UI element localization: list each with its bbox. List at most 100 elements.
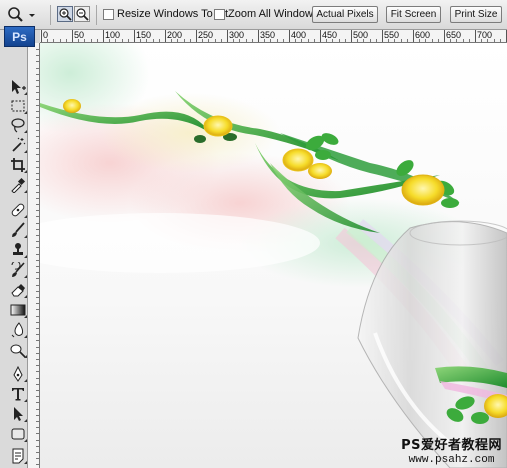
blur-tool[interactable] [7, 320, 29, 340]
ruler-minor-tick [388, 39, 390, 42]
ruler-minor-tick [394, 39, 396, 42]
ruler-minor-tick [36, 439, 39, 441]
history-brush-tool[interactable] [7, 260, 29, 280]
ruler-minor-tick [189, 39, 191, 42]
ruler-minor-tick [36, 421, 39, 422]
ruler-minor-tick [36, 154, 39, 156]
ruler-minor-tick [36, 235, 39, 236]
ruler-minor-tick [36, 204, 39, 205]
ruler-minor-tick [36, 328, 39, 329]
ruler-minor-tick [36, 303, 39, 305]
move-tool[interactable] [7, 77, 29, 97]
ruler-minor-tick [36, 377, 39, 379]
ruler-minor-tick [36, 383, 39, 385]
ruler-minor-tick [36, 222, 39, 224]
ruler-label: 300 [229, 30, 245, 40]
ruler-minor-tick [400, 39, 402, 42]
ruler-major-tick [165, 30, 166, 42]
photoshop-logo: Ps [4, 26, 35, 47]
zoom-all-windows-label: Zoom All Windows [228, 8, 319, 20]
tool-preset-picker[interactable] [6, 5, 44, 25]
ruler-minor-tick [36, 191, 39, 193]
ruler-minor-tick [36, 129, 39, 131]
ruler-minor-tick [332, 39, 334, 42]
brush-tool[interactable] [7, 220, 29, 240]
fit-screen-button[interactable]: Fit Screen [386, 6, 441, 23]
ruler-minor-tick [90, 39, 92, 42]
eyedropper-tool[interactable] [7, 175, 29, 195]
ruler-minor-tick [251, 39, 253, 42]
resize-windows-to-fit-checkbox[interactable] [103, 8, 114, 20]
zoom-all-windows-checkbox[interactable] [214, 8, 225, 20]
separator [96, 5, 97, 25]
options-bar: Resize Windows To Fit Zoom All Windows A… [0, 0, 507, 30]
ruler-minor-tick [36, 142, 39, 143]
ruler-minor-tick [357, 39, 359, 42]
ruler-minor-tick [313, 39, 315, 42]
zoom-out-button[interactable] [74, 6, 90, 22]
ruler-minor-tick [462, 39, 464, 42]
eraser-tool[interactable] [7, 280, 29, 300]
actual-pixels-button[interactable]: Actual Pixels [312, 6, 378, 23]
ruler-minor-tick [36, 408, 39, 410]
ruler-label: 550 [384, 30, 400, 40]
ruler-major-tick [382, 30, 383, 42]
ruler-minor-tick [36, 464, 39, 466]
ruler-major-tick [351, 30, 352, 42]
rectangle-shape-tool[interactable] [7, 424, 29, 444]
ruler-minor-tick [36, 98, 39, 100]
ruler-label: 600 [415, 30, 431, 40]
ruler-minor-tick [115, 39, 117, 42]
ruler-minor-tick [47, 39, 49, 42]
dodge-tool[interactable] [7, 340, 29, 360]
ruler-minor-tick [36, 414, 39, 416]
ruler-minor-tick [140, 39, 142, 42]
spot-healing-brush-tool[interactable] [7, 200, 29, 220]
ruler-minor-tick [36, 334, 39, 336]
watermark-title: PS爱好者教程网 [401, 438, 502, 453]
ruler-minor-tick [307, 39, 309, 42]
ruler-minor-tick [233, 39, 235, 42]
ruler-minor-tick [152, 39, 154, 42]
ruler-minor-tick [84, 39, 86, 42]
crop-tool[interactable] [7, 155, 29, 175]
ruler-minor-tick [127, 39, 129, 42]
separator [50, 5, 51, 25]
ruler-minor-tick [36, 315, 39, 317]
ruler-minor-tick [36, 309, 39, 311]
print-size-button[interactable]: Print Size [450, 6, 502, 23]
ruler-minor-tick [59, 39, 61, 42]
ruler-minor-tick [36, 241, 39, 243]
ruler-minor-tick [36, 197, 39, 199]
ruler-minor-tick [270, 39, 272, 42]
ruler-minor-tick [437, 39, 439, 42]
document-canvas[interactable]: PS爱好者教程网 www.psahz.com [40, 43, 507, 468]
ruler-major-tick [134, 30, 135, 42]
ruler-minor-tick [481, 39, 483, 42]
type-tool[interactable] [7, 384, 29, 404]
ruler-minor-tick [36, 266, 39, 267]
zoom-in-button[interactable] [57, 6, 73, 22]
ruler-label: 250 [198, 30, 214, 40]
ruler-major-tick [41, 30, 42, 42]
resize-windows-to-fit-option[interactable]: Resize Windows To Fit [103, 8, 228, 20]
ruler-minor-tick [36, 173, 39, 174]
ruler-minor-tick [36, 390, 39, 391]
lasso-tool[interactable] [7, 115, 29, 135]
ruler-minor-tick [36, 117, 39, 119]
notes-tool[interactable] [7, 446, 29, 466]
ruler-minor-tick [36, 179, 39, 181]
ruler-major-tick [196, 30, 197, 42]
pen-tool[interactable] [7, 364, 29, 384]
rectangular-marquee-tool[interactable] [7, 96, 29, 116]
ruler-minor-tick [202, 39, 204, 42]
ruler-minor-tick [499, 39, 501, 42]
ruler-minor-tick [36, 365, 39, 367]
path-selection-tool[interactable] [7, 404, 29, 424]
gradient-tool[interactable] [7, 300, 29, 320]
magic-wand-tool[interactable] [7, 135, 29, 155]
ruler-minor-tick [36, 73, 39, 75]
clone-stamp-tool[interactable] [7, 240, 29, 260]
zoom-all-windows-option[interactable]: Zoom All Windows [214, 8, 318, 20]
ruler-minor-tick [425, 39, 427, 42]
